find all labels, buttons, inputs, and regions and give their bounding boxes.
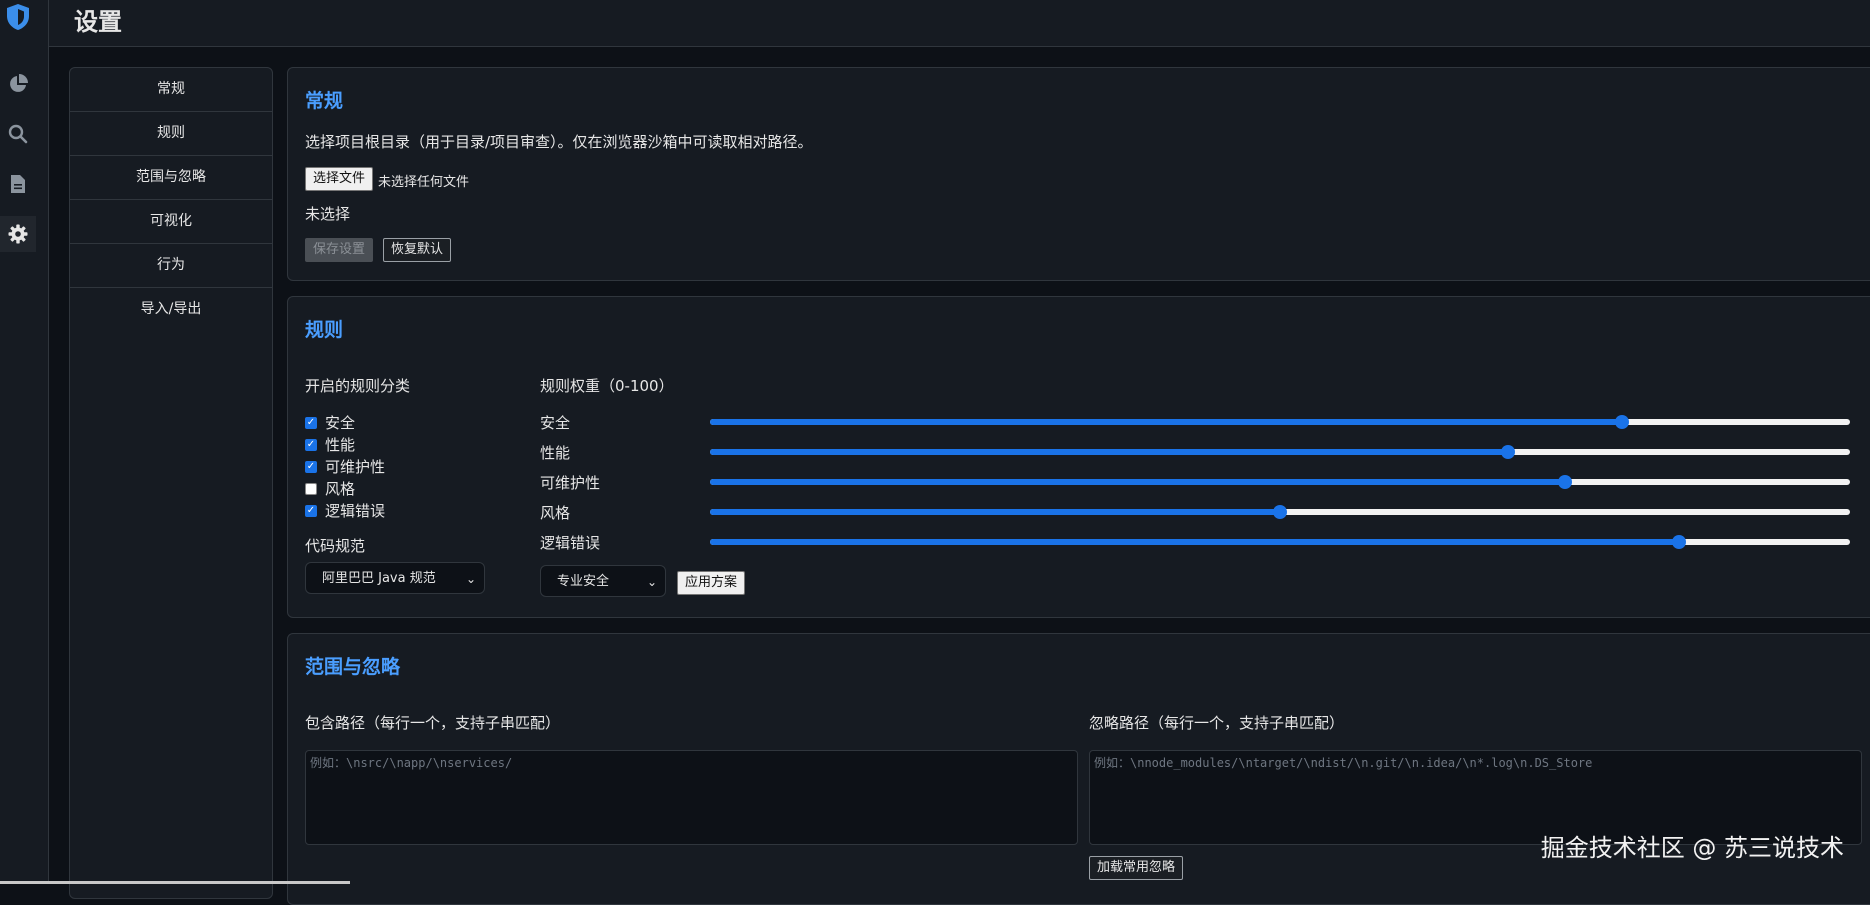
search-icon: [8, 124, 28, 144]
slider-thumb[interactable]: [1273, 505, 1287, 519]
menu-item-rules[interactable]: 规则: [70, 112, 272, 156]
file-status-text: 未选择任何文件: [378, 175, 470, 190]
menu-item-visualization[interactable]: 可视化: [70, 200, 272, 244]
weight-slider[interactable]: [710, 535, 1850, 549]
weight-slider[interactable]: [710, 415, 1850, 429]
load-common-ignores-button[interactable]: 加载常用忽略: [1089, 856, 1184, 880]
checkbox-unchecked[interactable]: [305, 482, 317, 495]
include-paths-label: 包含路径（每行一个，支持子串匹配）: [305, 714, 561, 732]
menu-item-import-export[interactable]: 导入/导出: [70, 288, 272, 331]
general-description: 选择项目根目录（用于目录/项目审查）。仅在浏览器沙箱中可读取相对路径。: [305, 133, 813, 151]
category-logic-error[interactable]: 逻辑错误: [305, 500, 385, 521]
icon-rail: [0, 0, 49, 884]
category-label: 安全: [325, 414, 356, 432]
weight-row-security: 安全: [540, 412, 1870, 432]
weight-label: 逻辑错误: [540, 534, 601, 552]
settings-menu: 常规 规则 范围与忽略 可视化 行为 导入/导出: [69, 67, 273, 899]
nav-settings[interactable]: [0, 216, 36, 252]
rules-title: 规则: [305, 319, 344, 341]
code-standard-value: 阿里巴巴 Java 规范: [322, 571, 436, 586]
watermark-text: 掘金技术社区 @ 苏三说技术: [1540, 834, 1844, 862]
category-performance[interactable]: 性能: [305, 434, 355, 455]
weight-row-performance: 性能: [540, 442, 1870, 462]
nav-reports[interactable]: [0, 166, 36, 202]
weight-row-logic-error: 逻辑错误: [540, 532, 1870, 552]
rules-panel: 规则 开启的规则分类 安全 性能 可维护性 风格 逻辑错误 代码规范 阿里巴巴 …: [287, 296, 1870, 618]
pie-chart-icon: [10, 74, 28, 92]
weight-label: 性能: [540, 444, 571, 462]
menu-item-behavior[interactable]: 行为: [70, 244, 272, 288]
weight-slider[interactable]: [710, 475, 1850, 489]
scope-panel: 范围与忽略 包含路径（每行一个，支持子串匹配） 例如：\nsrc/\napp/\…: [287, 633, 1870, 905]
weight-row-style: 风格: [540, 502, 1870, 522]
general-panel: 常规 选择项目根目录（用于目录/项目审查）。仅在浏览器沙箱中可读取相对路径。 选…: [287, 67, 1870, 281]
general-title: 常规: [305, 90, 344, 112]
scope-title: 范围与忽略: [305, 656, 401, 678]
shield-logo-icon[interactable]: [4, 2, 32, 32]
weight-label: 风格: [540, 504, 571, 522]
include-paths-input[interactable]: 例如：\nsrc/\napp/\nservices/: [305, 750, 1078, 845]
gear-icon: [8, 224, 28, 244]
save-settings-button[interactable]: 保存设置: [305, 238, 374, 262]
chevron-down-icon: ⌄: [465, 572, 476, 586]
code-standard-label: 代码规范: [305, 537, 366, 555]
category-label: 性能: [325, 436, 356, 454]
category-security[interactable]: 安全: [305, 412, 355, 433]
weight-slider[interactable]: [710, 445, 1850, 459]
reset-default-button[interactable]: 恢复默认: [383, 238, 452, 262]
choose-file-button[interactable]: 选择文件: [305, 167, 374, 191]
nav-dashboard[interactable]: [0, 66, 36, 102]
preset-value: 专业安全: [557, 574, 610, 589]
preset-select[interactable]: 专业安全 ⌄: [540, 565, 666, 597]
checkbox-checked[interactable]: [305, 416, 317, 429]
weight-label: 安全: [540, 414, 571, 432]
chevron-down-icon: ⌄: [646, 575, 657, 589]
category-label: 可维护性: [325, 458, 386, 476]
selection-status: 未选择: [305, 205, 351, 223]
apply-preset-button[interactable]: 应用方案: [677, 571, 746, 595]
weight-label: 可维护性: [540, 474, 601, 492]
menu-item-general[interactable]: 常规: [70, 68, 272, 112]
category-style[interactable]: 风格: [305, 478, 355, 499]
slider-thumb[interactable]: [1558, 475, 1572, 489]
ignore-paths-label: 忽略路径（每行一个，支持子串匹配）: [1089, 714, 1345, 732]
menu-item-scope[interactable]: 范围与忽略: [70, 156, 272, 200]
category-label: 风格: [325, 480, 356, 498]
weight-row-maintainability: 可维护性: [540, 472, 1870, 492]
code-standard-select[interactable]: 阿里巴巴 Java 规范 ⌄: [305, 562, 485, 594]
slider-thumb[interactable]: [1501, 445, 1515, 459]
page-title: 设置: [74, 8, 122, 36]
slider-thumb[interactable]: [1672, 535, 1686, 549]
category-maintainability[interactable]: 可维护性: [305, 456, 385, 477]
weights-heading: 规则权重（0-100）: [540, 377, 674, 395]
document-icon: [11, 175, 25, 193]
nav-search[interactable]: [0, 116, 36, 152]
page-header: 设置: [49, 0, 1870, 47]
checkbox-checked[interactable]: [305, 504, 317, 517]
weight-slider[interactable]: [710, 505, 1850, 519]
slider-thumb[interactable]: [1615, 415, 1629, 429]
checkbox-checked[interactable]: [305, 460, 317, 473]
checkbox-checked[interactable]: [305, 438, 317, 451]
categories-heading: 开启的规则分类: [305, 377, 411, 395]
category-label: 逻辑错误: [325, 502, 386, 520]
